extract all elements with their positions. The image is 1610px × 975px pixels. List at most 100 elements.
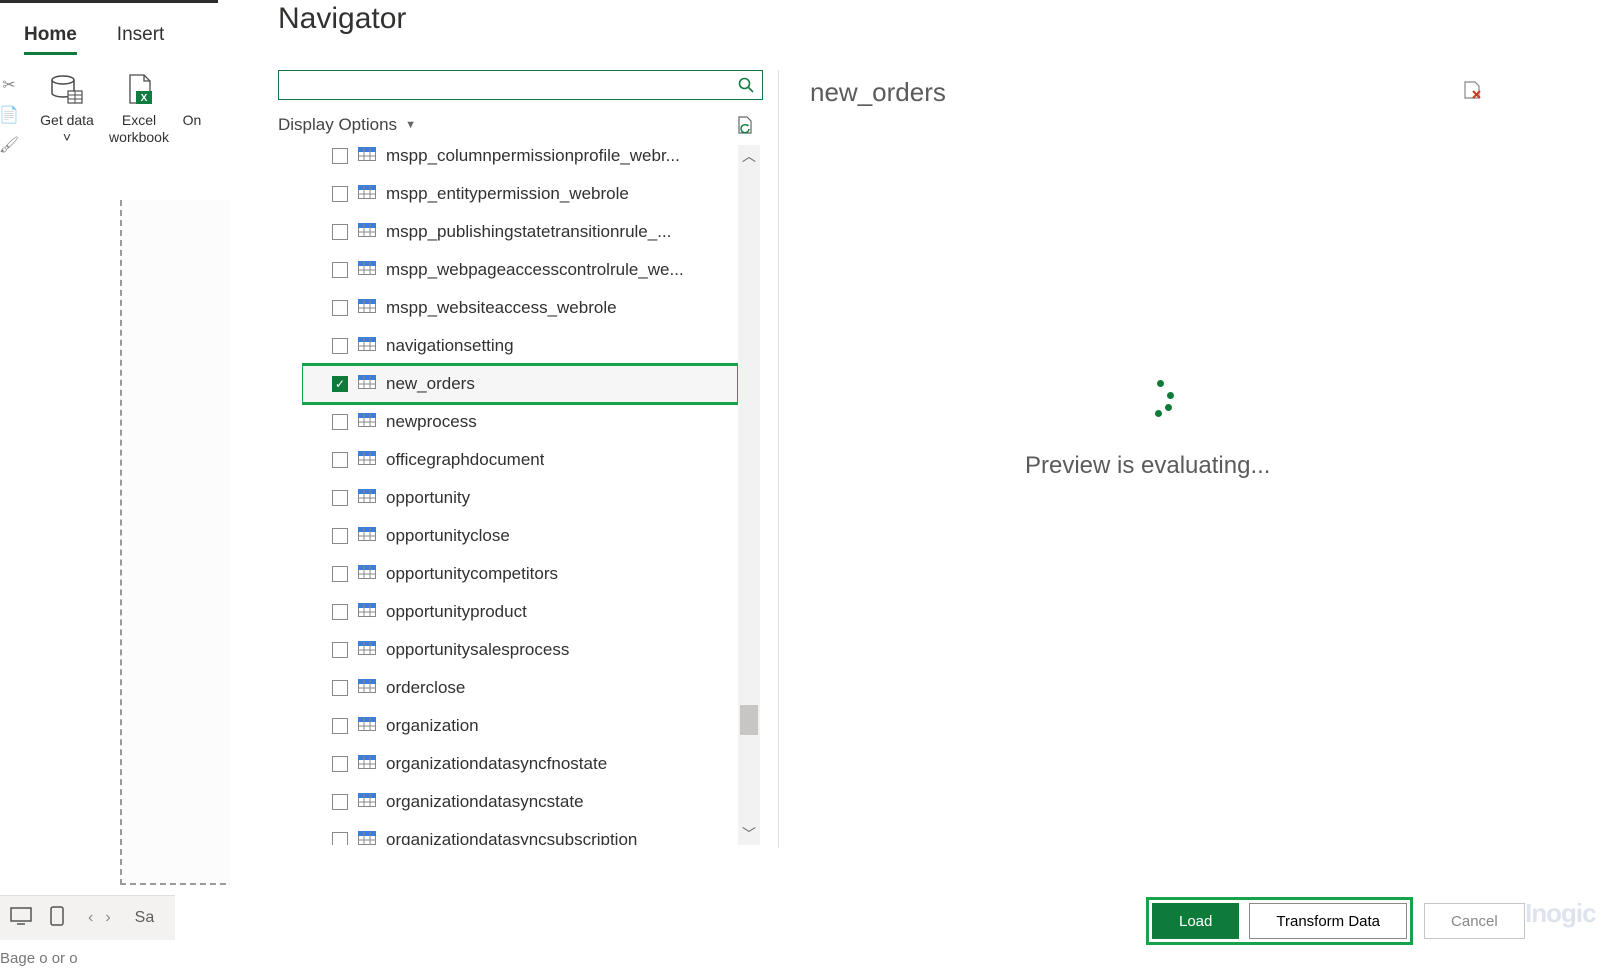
chevron-down-icon: ▼ xyxy=(405,119,416,131)
table-checkbox[interactable] xyxy=(332,186,348,202)
tree-item-orderclose[interactable]: orderclose xyxy=(302,669,738,707)
tree-scrollbar[interactable]: ︿ ﹀ xyxy=(738,145,760,845)
search-input[interactable] xyxy=(279,71,730,99)
table-label: organizationdatasyncsubscription xyxy=(386,830,637,845)
database-icon xyxy=(49,72,85,108)
excel-workbook-button[interactable]: X Excel workbook xyxy=(110,72,168,146)
svg-text:X: X xyxy=(141,93,148,104)
scroll-up-icon[interactable]: ︿ xyxy=(738,145,760,167)
cancel-button[interactable]: Cancel xyxy=(1424,903,1525,939)
table-icon xyxy=(358,678,376,698)
table-checkbox[interactable] xyxy=(332,794,348,810)
excel-icon: X xyxy=(121,72,157,108)
tree-item-organizationdatasyncsubscription[interactable]: organizationdatasyncsubscription xyxy=(302,821,738,845)
table-label: opportunity xyxy=(386,488,470,508)
tree-item-opportunityproduct[interactable]: opportunityproduct xyxy=(302,593,738,631)
tree-item-opportunitycompetitors[interactable]: opportunitycompetitors xyxy=(302,555,738,593)
tree-item-navigationsetting[interactable]: navigationsetting xyxy=(302,327,738,365)
tree-item-new-orders[interactable]: ✓new_orders xyxy=(302,365,738,403)
table-tree: mspp_columnpermissionprofile_webr...mspp… xyxy=(302,145,738,845)
table-label: opportunityclose xyxy=(386,526,510,546)
copy-icon[interactable]: 📄 xyxy=(0,100,18,130)
table-label: mspp_websiteaccess_webrole xyxy=(386,298,617,318)
tree-item-organizationdatasyncfnostate[interactable]: organizationdatasyncfnostate xyxy=(302,745,738,783)
scroll-thumb[interactable] xyxy=(740,705,758,735)
refresh-icon[interactable] xyxy=(735,115,755,140)
table-checkbox[interactable] xyxy=(332,680,348,696)
table-icon xyxy=(358,488,376,508)
tree-item-opportunityclose[interactable]: opportunityclose xyxy=(302,517,738,555)
transform-data-button[interactable]: Transform Data xyxy=(1249,903,1407,939)
table-icon xyxy=(358,754,376,774)
table-icon xyxy=(358,830,376,845)
table-checkbox[interactable] xyxy=(332,300,348,316)
search-icon[interactable] xyxy=(730,71,762,99)
next-page-icon[interactable]: › xyxy=(99,909,116,926)
mobile-layout-icon[interactable] xyxy=(50,906,64,931)
vertical-divider xyxy=(778,70,779,848)
tree-item-organizationdatasyncstate[interactable]: organizationdatasyncstate xyxy=(302,783,738,821)
loading-spinner-icon xyxy=(1143,380,1183,420)
clear-preview-icon[interactable] xyxy=(1462,80,1482,105)
tree-item-mspp-columnpermissionprofile-webr-[interactable]: mspp_columnpermissionprofile_webr... xyxy=(302,145,738,175)
preview-message: Preview is evaluating... xyxy=(1025,452,1270,480)
table-label: mspp_webpageaccesscontrolrule_we... xyxy=(386,260,684,280)
table-icon xyxy=(358,222,376,242)
table-checkbox[interactable] xyxy=(332,566,348,582)
display-options-dropdown[interactable]: Display Options ▼ xyxy=(278,115,416,135)
load-button[interactable]: Load xyxy=(1152,903,1239,939)
table-checkbox[interactable]: ✓ xyxy=(332,376,348,392)
tree-item-mspp-publishingstatetransitionrule-[interactable]: mspp_publishingstatetransitionrule_... xyxy=(302,213,738,251)
table-checkbox[interactable] xyxy=(332,528,348,544)
tree-item-opportunity[interactable]: opportunity xyxy=(302,479,738,517)
table-label: navigationsetting xyxy=(386,336,514,356)
table-checkbox[interactable] xyxy=(332,224,348,240)
watermark: Inogic xyxy=(1525,898,1596,929)
tree-item-organization[interactable]: organization xyxy=(302,707,738,745)
table-icon xyxy=(358,792,376,812)
title-bar xyxy=(0,0,218,3)
scroll-down-icon[interactable]: ﹀ xyxy=(738,823,760,845)
tree-item-officegraphdocument[interactable]: officegraphdocument xyxy=(302,441,738,479)
table-checkbox[interactable] xyxy=(332,642,348,658)
chevron-down-icon: ˅ xyxy=(63,129,71,145)
table-checkbox[interactable] xyxy=(332,414,348,430)
highlighted-buttons: Load Transform Data xyxy=(1149,900,1410,942)
desktop-layout-icon[interactable] xyxy=(10,907,32,930)
get-data-button[interactable]: Get data ˅ xyxy=(38,72,96,146)
table-icon xyxy=(358,412,376,432)
table-icon xyxy=(358,564,376,584)
table-icon xyxy=(358,146,376,166)
tree-item-mspp-webpageaccesscontrolrule-we-[interactable]: mspp_webpageaccesscontrolrule_we... xyxy=(302,251,738,289)
excel-label: Excel workbook xyxy=(109,112,169,146)
prev-page-icon[interactable]: ‹ xyxy=(82,909,99,926)
format-painter-icon[interactable]: 🖌 xyxy=(0,130,18,160)
tree-item-mspp-entitypermission-webrole[interactable]: mspp_entitypermission_webrole xyxy=(302,175,738,213)
ribbon-buttons: Get data ˅ X Excel workbook On xyxy=(38,72,202,146)
table-label: mspp_entitypermission_webrole xyxy=(386,184,629,204)
table-label: organization xyxy=(386,716,479,736)
table-checkbox[interactable] xyxy=(332,452,348,468)
table-icon xyxy=(358,184,376,204)
tree-item-mspp-websiteaccess-webrole[interactable]: mspp_websiteaccess_webrole xyxy=(302,289,738,327)
other-button-cut[interactable]: On xyxy=(182,72,202,129)
ribbon-tabs: Home Insert xyxy=(24,24,164,55)
display-options-label: Display Options xyxy=(278,115,397,135)
table-checkbox[interactable] xyxy=(332,604,348,620)
table-checkbox[interactable] xyxy=(332,490,348,506)
table-label: opportunitycompetitors xyxy=(386,564,558,584)
table-icon xyxy=(358,526,376,546)
table-checkbox[interactable] xyxy=(332,832,348,845)
table-icon xyxy=(358,450,376,470)
table-checkbox[interactable] xyxy=(332,718,348,734)
table-checkbox[interactable] xyxy=(332,148,348,164)
table-checkbox[interactable] xyxy=(332,262,348,278)
tree-item-newprocess[interactable]: newprocess xyxy=(302,403,738,441)
tab-home[interactable]: Home xyxy=(24,24,77,55)
tree-item-opportunitysalesprocess[interactable]: opportunitysalesprocess xyxy=(302,631,738,669)
table-label: mspp_publishingstatetransitionrule_... xyxy=(386,222,671,242)
table-checkbox[interactable] xyxy=(332,756,348,772)
tab-insert[interactable]: Insert xyxy=(117,24,165,55)
cut-icon[interactable]: ✂ xyxy=(0,70,18,100)
table-checkbox[interactable] xyxy=(332,338,348,354)
